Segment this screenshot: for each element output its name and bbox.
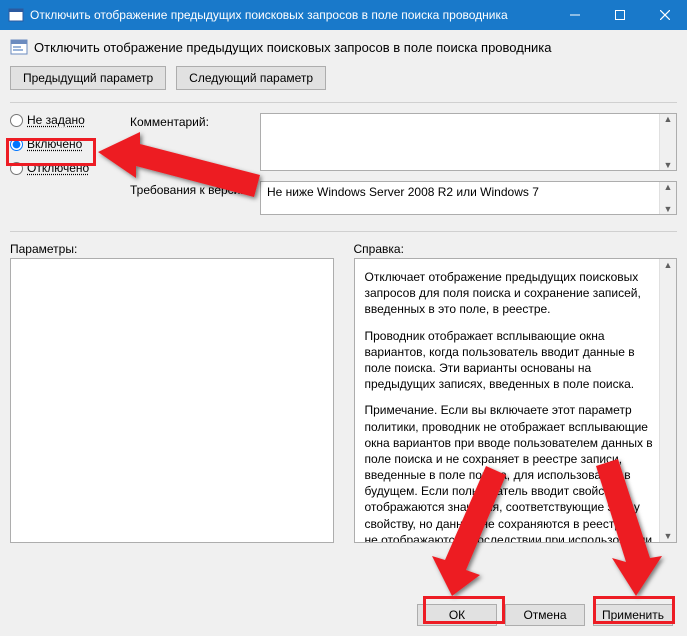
apply-button[interactable]: Применить: [593, 604, 673, 626]
separator: [10, 102, 677, 103]
titlebar: Отключить отображение предыдущих поисков…: [0, 0, 687, 30]
policy-title: Отключить отображение предыдущих поисков…: [34, 40, 551, 55]
supported-textbox: Не ниже Windows Server 2008 R2 или Windo…: [260, 181, 677, 215]
window-title: Отключить отображение предыдущих поисков…: [30, 8, 552, 22]
radio-disabled-label: Отключено: [27, 161, 89, 175]
cancel-button[interactable]: Отмена: [505, 604, 585, 626]
supported-value: Не ниже Windows Server 2008 R2 или Windo…: [267, 185, 539, 199]
window-icon: [8, 7, 24, 23]
help-label: Справка:: [354, 242, 678, 256]
next-setting-button[interactable]: Следующий параметр: [176, 66, 326, 90]
policy-icon: [10, 38, 28, 56]
window-controls: [552, 0, 687, 30]
scrollbar[interactable]: ▲▼: [659, 259, 676, 542]
radio-enabled[interactable]: Включено: [10, 137, 120, 151]
radio-not-configured[interactable]: Не задано: [10, 113, 120, 127]
scrollbar[interactable]: ▲▼: [659, 114, 676, 170]
help-text: Отключает отображение предыдущих поисков…: [365, 269, 655, 543]
ok-button[interactable]: ОК: [417, 604, 497, 626]
help-p1: Отключает отображение предыдущих поисков…: [365, 269, 655, 318]
dialog-content: Отключить отображение предыдущих поисков…: [0, 30, 687, 636]
help-panel: Отключает отображение предыдущих поисков…: [354, 258, 678, 543]
radio-not-configured-label: Не задано: [27, 113, 85, 127]
close-button[interactable]: [642, 0, 687, 30]
minimize-button[interactable]: [552, 0, 597, 30]
nav-buttons: Предыдущий параметр Следующий параметр: [10, 66, 677, 90]
comment-textbox[interactable]: ▲▼: [260, 113, 677, 171]
radio-enabled-input[interactable]: [10, 138, 23, 151]
separator: [10, 231, 677, 232]
help-p3: Примечание. Если вы включаете этот парам…: [365, 402, 655, 543]
help-p2: Проводник отображает всплывающие окна ва…: [365, 328, 655, 393]
supported-label: Требования к версии:: [130, 181, 260, 197]
state-radios: Не задано Включено Отключено: [10, 113, 120, 225]
policy-header: Отключить отображение предыдущих поисков…: [10, 38, 677, 56]
scrollbar[interactable]: ▲▼: [659, 182, 676, 214]
dialog-buttons: ОК Отмена Применить: [417, 604, 673, 626]
options-panel: [10, 258, 334, 543]
radio-enabled-label: Включено: [27, 137, 82, 151]
radio-not-configured-input[interactable]: [10, 114, 23, 127]
previous-setting-button[interactable]: Предыдущий параметр: [10, 66, 166, 90]
comment-label: Комментарий:: [130, 113, 260, 129]
radio-disabled[interactable]: Отключено: [10, 161, 120, 175]
options-label: Параметры:: [10, 242, 334, 256]
radio-disabled-input[interactable]: [10, 162, 23, 175]
maximize-button[interactable]: [597, 0, 642, 30]
